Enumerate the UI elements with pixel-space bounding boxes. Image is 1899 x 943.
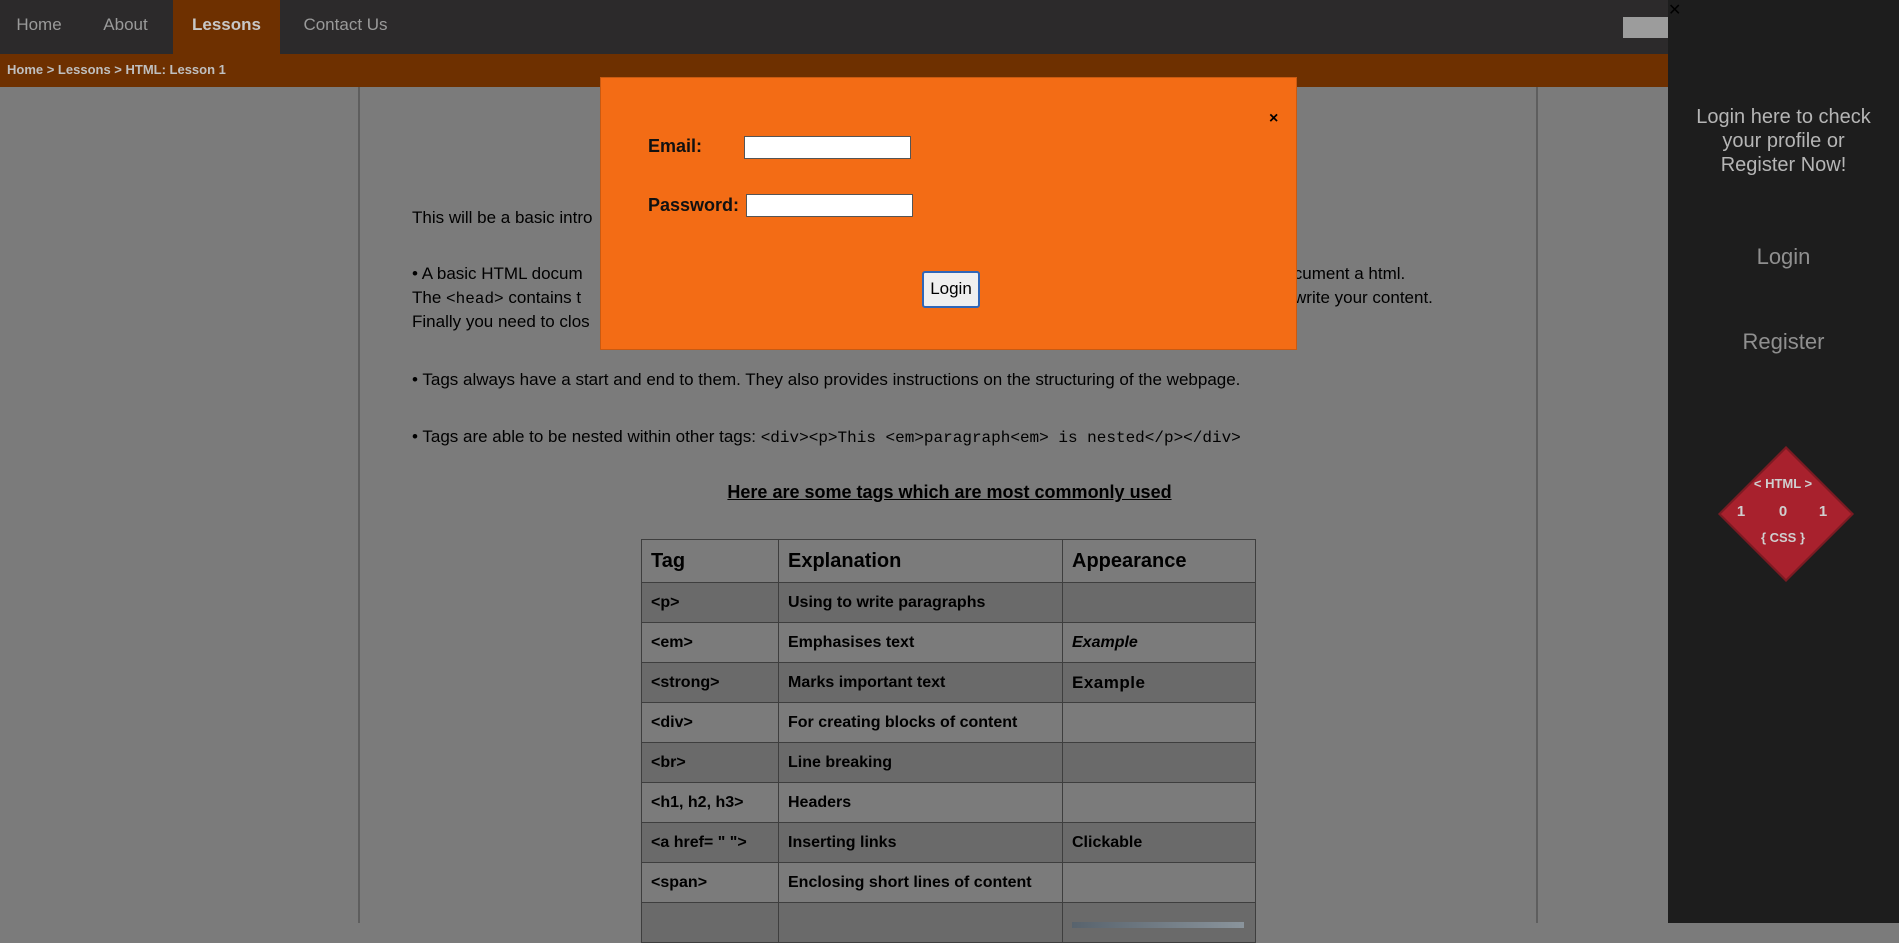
bullet-head-line-end: write your content. bbox=[1294, 288, 1433, 307]
table-header-row: Tag Explanation Appearance bbox=[641, 539, 1256, 583]
table-cell-appearance bbox=[1062, 742, 1256, 783]
sidebar-prompt-line: your profile or bbox=[1722, 130, 1845, 152]
emphasis-example: Example bbox=[1072, 633, 1138, 651]
head-tag-code: <head> bbox=[446, 290, 504, 308]
table-row: <br> Line breaking bbox=[641, 742, 1256, 783]
top-nav: Home About Lessons Contact Us bbox=[0, 0, 1899, 54]
modal-close-icon[interactable]: × bbox=[1269, 110, 1278, 128]
table-cell-tag: <em> bbox=[641, 622, 779, 663]
table-cell-appearance: Example bbox=[1062, 662, 1256, 703]
bullet-basic-document: • A basic HTML docum bbox=[412, 264, 583, 283]
password-field[interactable] bbox=[746, 194, 913, 217]
sidebar-login-link[interactable]: Login bbox=[1668, 244, 1899, 270]
common-tags-heading: Here are some tags which are most common… bbox=[727, 482, 1172, 502]
html-css-logo: < HTML > 1 0 1 { CSS } bbox=[1718, 446, 1854, 582]
table-row: <span> Enclosing short lines of content bbox=[641, 862, 1256, 903]
nav-item-home[interactable]: Home bbox=[0, 0, 78, 54]
nested-tags-code: <div><p>This <em>paragraph<em> is nested… bbox=[760, 429, 1241, 447]
nav-item-about[interactable]: About bbox=[78, 0, 173, 54]
table-header-tag: Tag bbox=[641, 539, 779, 583]
table-row: <h1, h2, h3> Headers bbox=[641, 782, 1256, 823]
password-label: Password: bbox=[648, 195, 740, 215]
table-cell-tag: <br> bbox=[641, 742, 779, 783]
table-cell-explanation: Line breaking bbox=[778, 742, 1063, 783]
email-field[interactable] bbox=[744, 136, 911, 159]
table-cell-explanation: Inserting links bbox=[778, 822, 1063, 863]
table-cell-explanation: Using to write paragraphs bbox=[778, 582, 1063, 623]
strong-example: Example bbox=[1072, 672, 1146, 692]
intro-text: This will be a basic intro bbox=[412, 208, 593, 227]
table-cell-tag: <span> bbox=[641, 862, 779, 903]
nested-tags-text: • Tags are able to be nested within othe… bbox=[412, 427, 761, 446]
sidebar-register-link[interactable]: Register bbox=[1668, 329, 1899, 355]
table-row: <p> Using to write paragraphs bbox=[641, 582, 1256, 623]
table-cell-explanation: Enclosing short lines of content bbox=[778, 862, 1063, 903]
table-cell-explanation: For creating blocks of content bbox=[778, 702, 1063, 743]
sidebar-prompt-line: Register Now! bbox=[1720, 154, 1847, 176]
table-cell-appearance: Example bbox=[1062, 622, 1256, 663]
table-cell-appearance bbox=[1062, 782, 1256, 823]
table-row: <strong> Marks important text Example bbox=[641, 662, 1256, 703]
table-cell-tag: <p> bbox=[641, 582, 779, 623]
table-row: <div> For creating blocks of content bbox=[641, 702, 1256, 743]
table-cell-tag: <h1, h2, h3> bbox=[641, 782, 779, 823]
table-cell-appearance bbox=[1062, 702, 1256, 743]
table-header-explanation: Explanation bbox=[778, 539, 1063, 583]
intro-paragraph: This will be a basic intro bbox=[412, 206, 592, 229]
bullet-tags-start-end: • Tags always have a start and end to th… bbox=[412, 370, 1241, 389]
head-line-text: The bbox=[412, 288, 447, 307]
logo-css-text: { CSS } bbox=[1760, 530, 1806, 545]
table-cell-tag: <a href= " "> bbox=[641, 822, 779, 863]
table-header-appearance: Appearance bbox=[1062, 539, 1256, 583]
table-row: <a href= " "> Inserting links Clickable bbox=[641, 822, 1256, 863]
nav-item-lessons[interactable]: Lessons bbox=[173, 0, 280, 54]
table-cell-appearance: Clickable bbox=[1062, 822, 1256, 863]
image-thumbnail bbox=[1072, 921, 1244, 928]
head-line-mid: contains t bbox=[503, 288, 582, 307]
table-cell-explanation: Emphasises text bbox=[778, 622, 1063, 663]
nav-search-box[interactable] bbox=[1623, 17, 1669, 38]
table-cell-tag: <strong> bbox=[641, 662, 779, 703]
bullet-head-line: The <head> contains t bbox=[412, 286, 581, 311]
sidebar-close-icon[interactable]: ✕ bbox=[1668, 0, 1681, 20]
bullet-finally-line: Finally you need to clos bbox=[412, 312, 590, 331]
logo-html-text: < HTML > bbox=[1753, 476, 1813, 491]
common-tags-table: Tag Explanation Appearance <p> Using to … bbox=[641, 539, 1256, 943]
login-button[interactable]: Login bbox=[922, 271, 980, 308]
table-cell-appearance bbox=[1062, 862, 1256, 903]
bullet-nested-tags: • Tags are able to be nested within othe… bbox=[412, 425, 1241, 450]
table-cell-tag: <div> bbox=[641, 702, 779, 743]
sidebar-prompt-line: Login here to check bbox=[1696, 106, 1871, 128]
table-cell-explanation: Marks important text bbox=[778, 662, 1063, 703]
table-cell-appearance bbox=[1062, 582, 1256, 623]
logo-digit: 1 bbox=[1818, 503, 1828, 520]
nav-item-contact-us[interactable]: Contact Us bbox=[280, 0, 411, 54]
sidebar-prompt: Login here to check your profile or Regi… bbox=[1668, 105, 1899, 177]
table-row: <em> Emphasises text Example bbox=[641, 622, 1256, 663]
table-cell-explanation: Headers bbox=[778, 782, 1063, 823]
email-label: Email: bbox=[648, 136, 703, 156]
clickable-link-example[interactable]: Clickable bbox=[1072, 834, 1142, 851]
